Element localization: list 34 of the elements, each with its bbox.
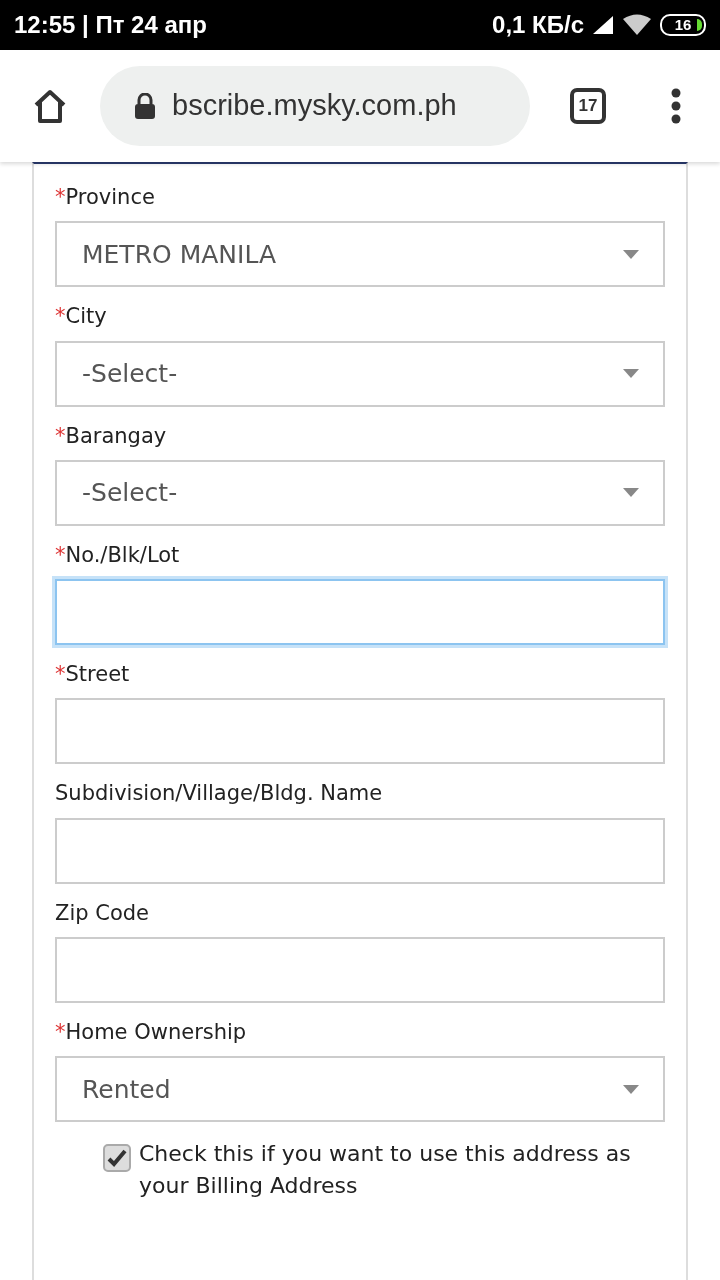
field-label: Street [65,662,130,687]
field-label: Zip Code [55,900,149,925]
dropdown-field[interactable]: -Select- [55,340,665,407]
required-asterisk: * [55,423,66,448]
input-field[interactable] [55,698,665,765]
status-time: 12:55 | Пт 24 апр [14,10,207,40]
field-label: Province [65,185,155,209]
wifi-icon [622,14,652,36]
network-speed: 0,1 КБ/с [492,10,584,40]
dropdown-field[interactable]: METRO MANILA [55,221,665,288]
required-asterisk: * [55,662,66,687]
dropdown-field[interactable]: -Select- [55,459,665,526]
input-field[interactable] [55,937,665,1004]
field-label: City [65,304,107,329]
required-asterisk: * [55,542,66,567]
lock-icon [134,93,156,119]
input-field[interactable] [55,817,665,884]
field-label: Barangay [65,423,167,448]
required-asterisk: * [55,185,66,209]
input-field[interactable] [55,579,665,646]
menu-icon[interactable] [670,88,682,124]
field-label: Home Ownership [65,1020,247,1045]
home-icon[interactable] [32,88,68,124]
battery-icon: 16 [660,14,706,36]
checkbox-label: Check this if you want to use this address as your Billing Address [139,1140,632,1201]
required-asterisk: * [55,304,66,329]
field-label: No./Blk/Lot [65,542,180,567]
billing-checkbox[interactable] [103,1144,131,1173]
tab-count-button[interactable]: 17 [570,88,606,124]
required-asterisk: * [55,1020,66,1045]
address-bar[interactable]: bscribe.mysky.com.ph [100,66,530,146]
signal-icon [592,15,614,35]
field-label: Subdivision/Village/Bldg. Name [55,781,383,806]
dropdown-field[interactable]: Rented [55,1056,665,1123]
